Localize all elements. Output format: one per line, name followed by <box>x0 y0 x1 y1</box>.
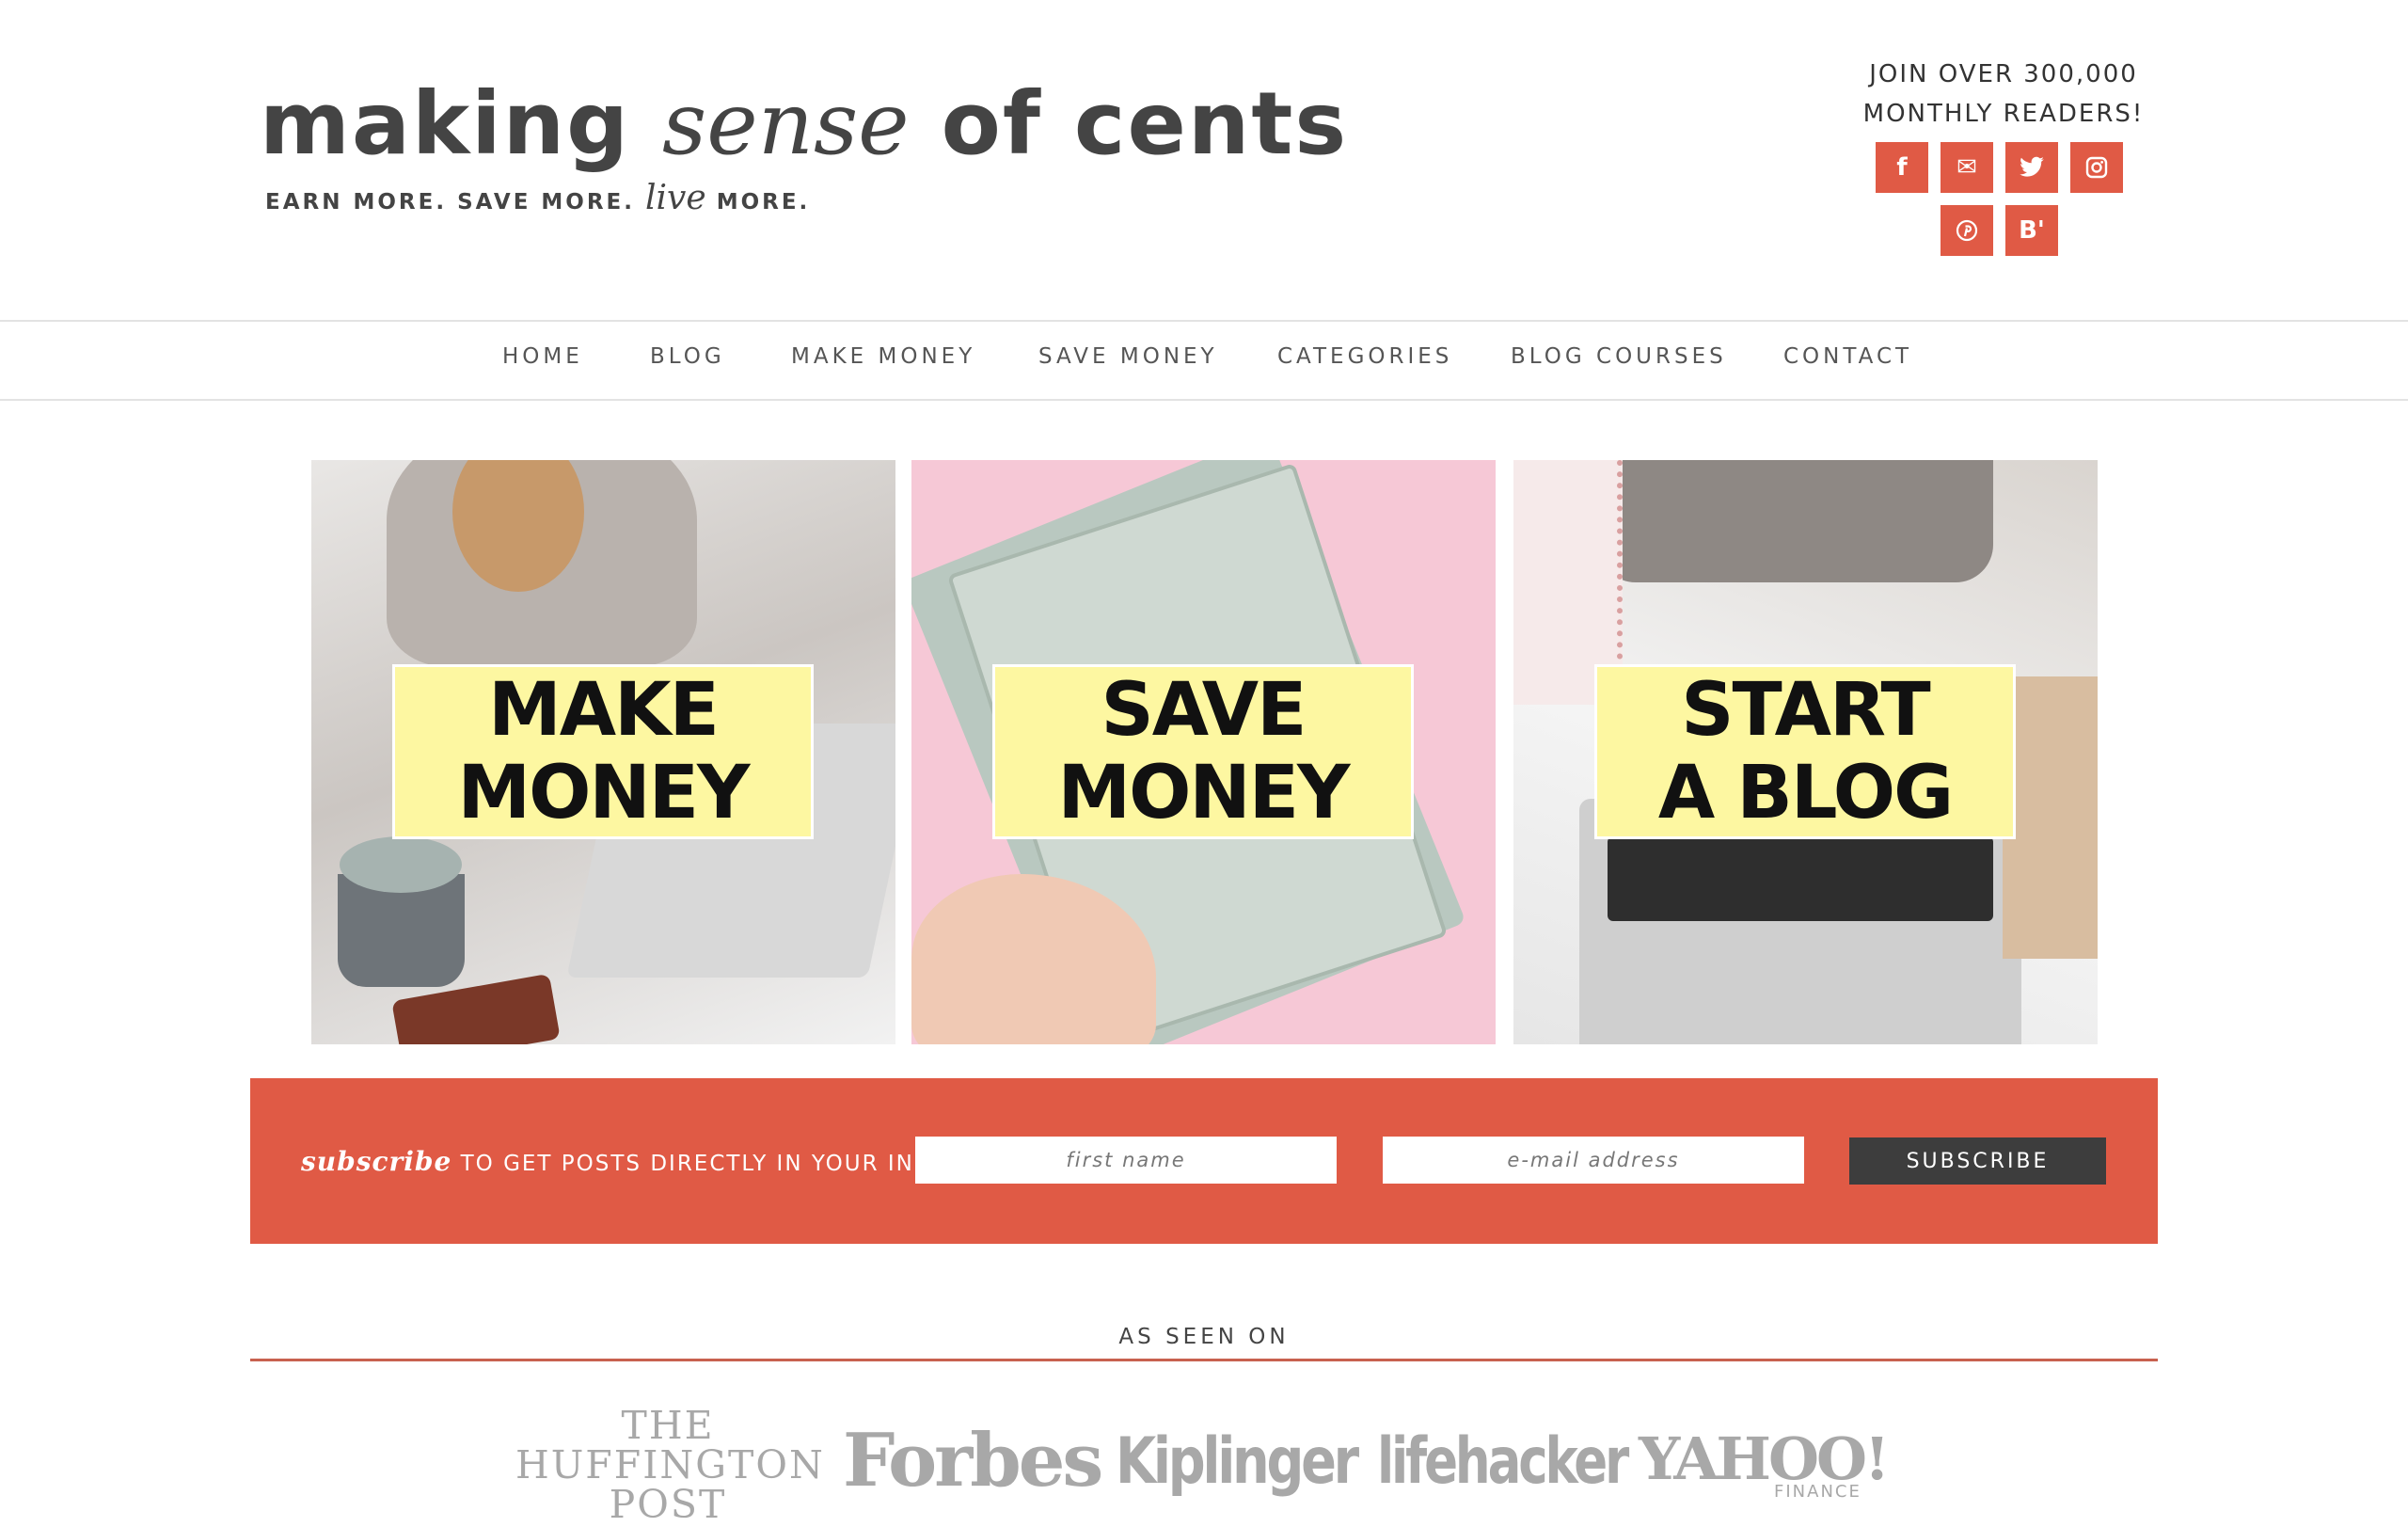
join-readers-text: JOIN OVER 300,000 MONTHLY READERS! <box>1844 55 2163 134</box>
logo-text-making: making <box>260 73 663 174</box>
nav-item-contact[interactable]: CONTACT <box>1783 344 1912 369</box>
save-money-label: SAVE MONEY <box>992 664 1414 839</box>
keyboard-photo <box>1608 836 1993 921</box>
tile-label-line1: START <box>1681 668 1930 753</box>
site-logo-title[interactable]: making sense of cents <box>260 73 1348 174</box>
first-name-input[interactable] <box>915 1137 1337 1184</box>
tagline-more: MORE. <box>705 190 811 215</box>
logo-text-of-cents: of cents <box>909 73 1349 174</box>
huffington-line-3: POST <box>609 1482 727 1527</box>
twitter-button[interactable] <box>2005 142 2058 193</box>
kiplinger-logo: Kiplinger <box>1116 1424 1359 1499</box>
subscribe-emphasis: subscribe <box>301 1146 452 1177</box>
nav-item-blog-courses[interactable]: BLOG COURSES <box>1511 344 1727 369</box>
huffington-post-logo: THE HUFFINGTON POST <box>515 1403 825 1527</box>
nav-item-make-money[interactable]: MAKE MONEY <box>791 344 975 369</box>
subscribe-description: TO GET POSTS DIRECTLY IN YOUR INBOX! <box>452 1152 975 1176</box>
make-money-tile[interactable]: MAKE MONEY <box>311 460 895 1044</box>
tile-label-line1: SAVE <box>1101 668 1307 753</box>
pinterest-icon <box>1956 219 1978 242</box>
instagram-button[interactable] <box>2070 142 2123 193</box>
tagline-live: live <box>645 179 706 217</box>
bloglovin-button[interactable]: B' <box>2005 205 2058 256</box>
pinterest-button[interactable] <box>1941 205 1993 256</box>
folder-photo <box>2003 676 2098 959</box>
nav-item-home[interactable]: HOME <box>502 344 583 369</box>
succulent-photo <box>340 836 462 893</box>
person-sweater-photo <box>1598 460 1993 582</box>
site-tagline: EARN MORE. SAVE MORE. live MORE. <box>265 179 810 217</box>
tile-label-line2: MONEY <box>1057 751 1351 835</box>
huffington-line-1: THE <box>621 1403 715 1448</box>
email-input[interactable] <box>1383 1137 1804 1184</box>
tile-label-line2: MONEY <box>457 751 751 835</box>
yahoo-finance-subtext: FINANCE <box>1774 1482 1861 1502</box>
nav-item-save-money[interactable]: SAVE MONEY <box>1038 344 1218 369</box>
save-money-tile[interactable]: SAVE MONEY <box>911 460 1496 1044</box>
forbes-logo: Forbes <box>843 1418 1103 1503</box>
subscribe-button[interactable]: SUBSCRIBE <box>1849 1137 2106 1185</box>
join-line-2: MONTHLY READERS! <box>1862 100 2145 128</box>
nav-item-blog[interactable]: BLOG <box>650 344 725 369</box>
email-button[interactable]: ✉ <box>1941 142 1993 193</box>
huffington-line-2: HUFFINGTON <box>515 1442 825 1487</box>
tile-label-line1: MAKE <box>488 668 720 753</box>
join-line-1: JOIN OVER 300,000 <box>1869 60 2138 88</box>
logo-text-sense: sense <box>662 73 910 174</box>
start-a-blog-tile[interactable]: START A BLOG <box>1513 460 2098 1044</box>
facebook-icon: f <box>1896 153 1908 182</box>
bloglovin-icon: B' <box>2019 216 2045 245</box>
twitter-icon <box>2020 156 2044 177</box>
email-icon: ✉ <box>1956 153 1977 182</box>
tagline-earn-save: EARN MORE. SAVE MORE. <box>265 190 646 215</box>
make-money-label: MAKE MONEY <box>392 664 814 839</box>
as-seen-on-title: AS SEEN ON <box>1118 1325 1290 1349</box>
as-seen-on-divider <box>250 1359 2158 1361</box>
instagram-icon <box>2085 156 2108 179</box>
facebook-button[interactable]: f <box>1876 142 1928 193</box>
lifehacker-logo: lifehacker <box>1377 1424 1629 1499</box>
subscribe-text: subscribe TO GET POSTS DIRECTLY IN YOUR … <box>301 1146 975 1177</box>
tile-label-line2: A BLOG <box>1657 751 1954 835</box>
nav-item-categories[interactable]: CATEGORIES <box>1277 344 1452 369</box>
start-a-blog-label: START A BLOG <box>1594 664 2016 839</box>
